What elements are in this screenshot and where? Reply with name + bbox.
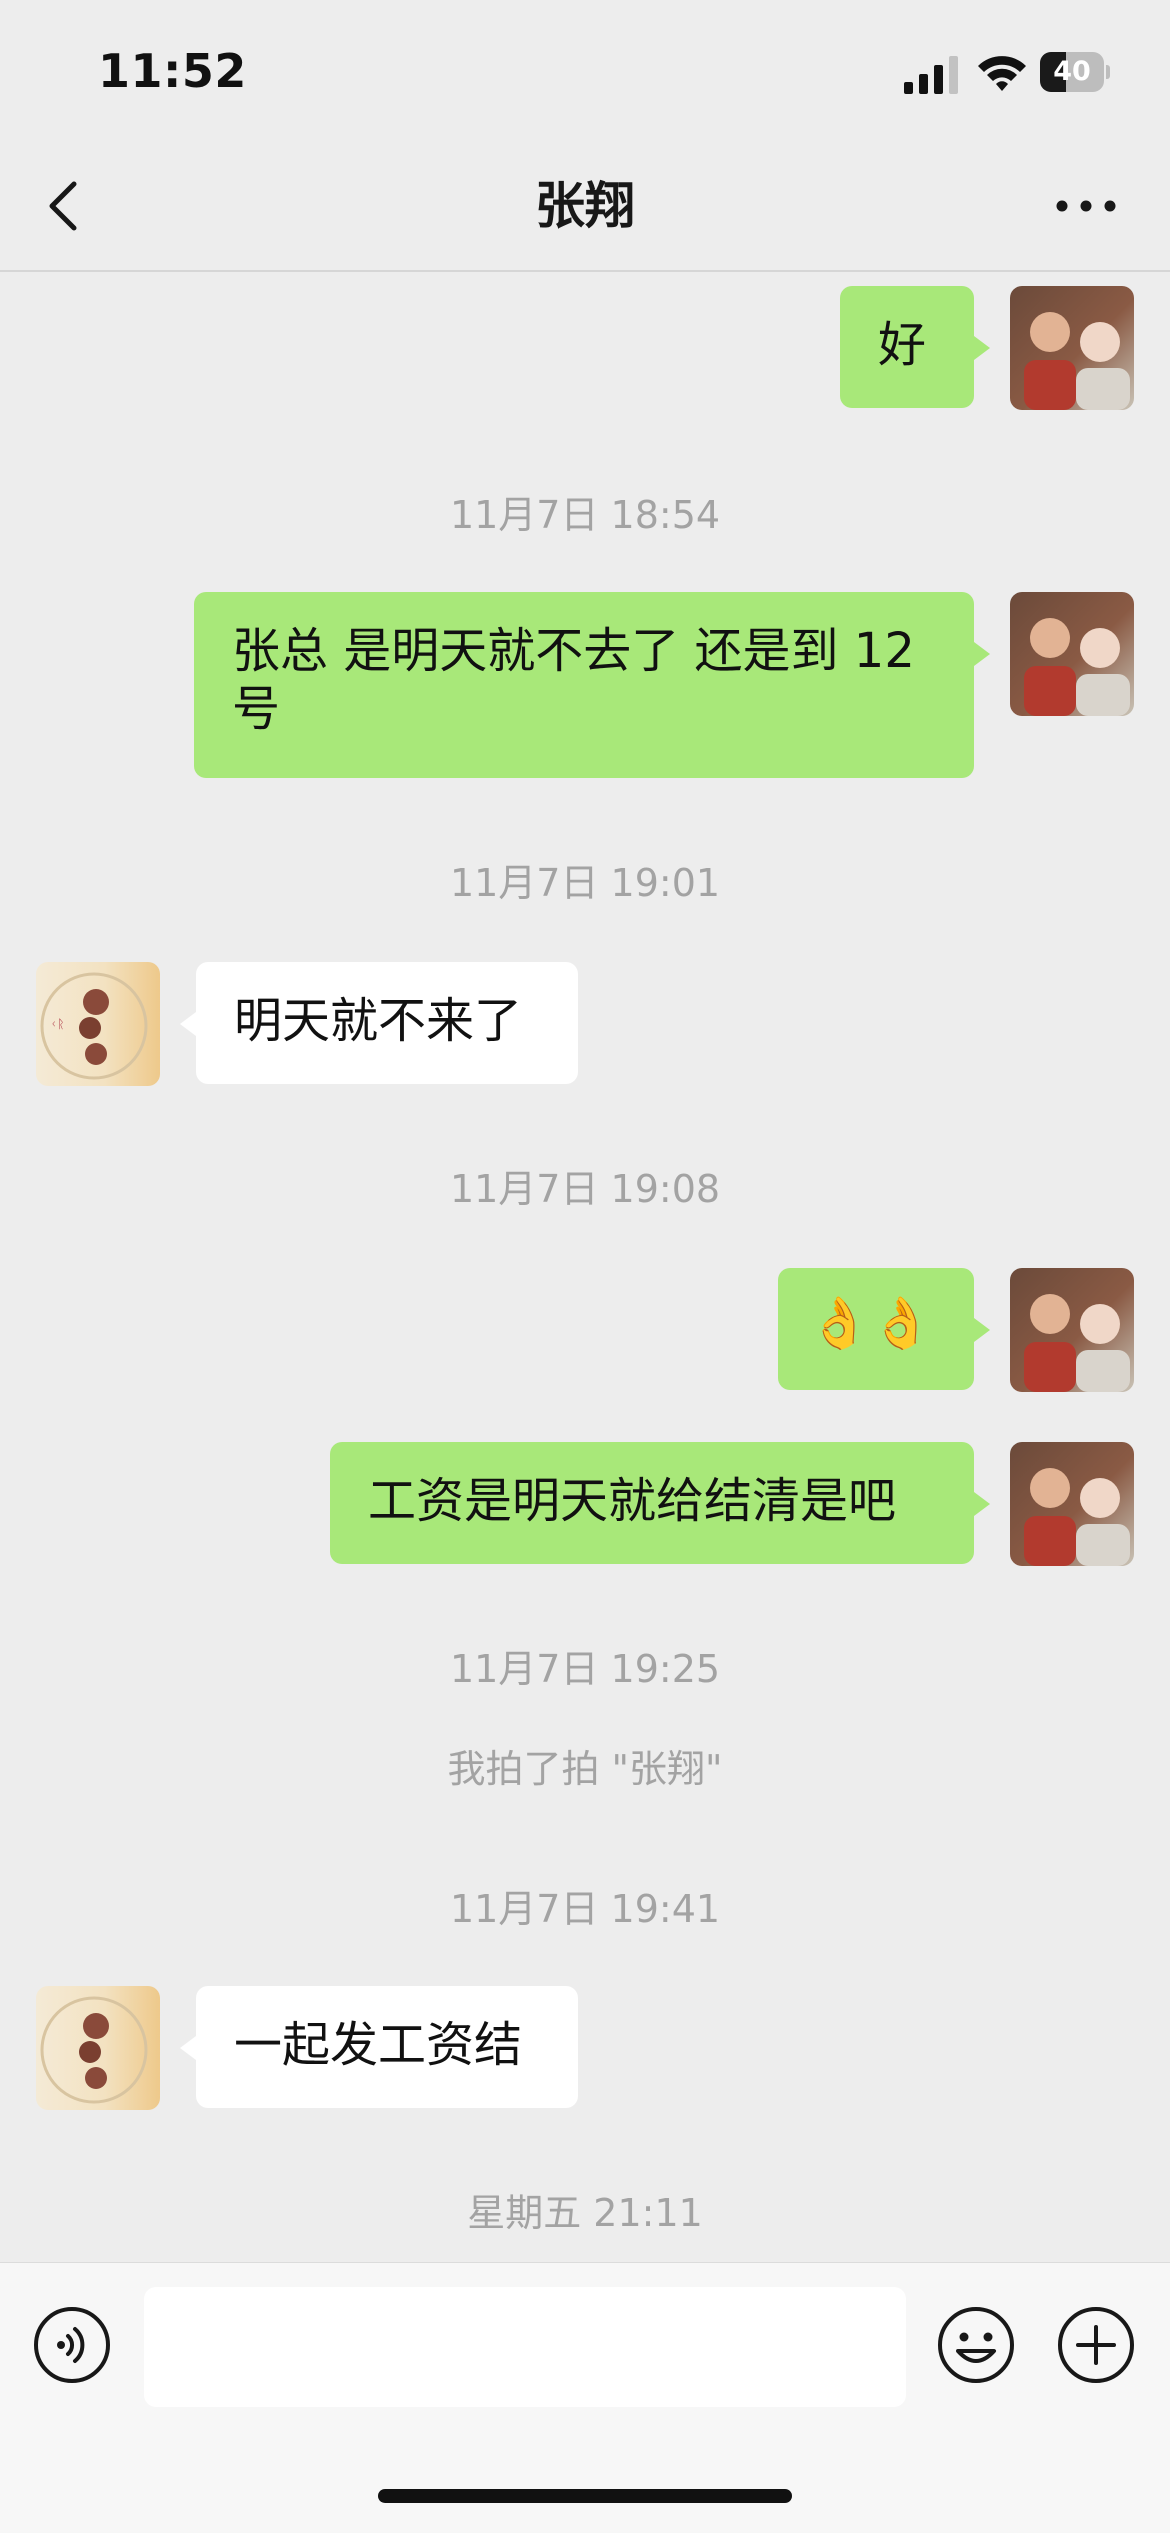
more-horizontal-icon[interactable]	[1046, 174, 1126, 238]
message-bubble[interactable]: 好	[840, 286, 990, 408]
my-avatar[interactable]	[1010, 592, 1134, 716]
chat-history[interactable]: 好 11月7日 18:54 张总 是明天就不去了 还是到 12 号 11月7日 …	[0, 272, 1170, 2262]
status-bar: 11:52 40	[0, 0, 1170, 140]
voice-icon[interactable]	[32, 2305, 112, 2385]
wifi-icon	[978, 56, 1026, 91]
pat-notification: 我拍了拍 "张翔"	[447, 1747, 723, 1791]
contact-avatar[interactable]: ᚲᚱ	[36, 962, 160, 1086]
svg-text:ᚲᚱ: ᚲᚱ	[50, 1017, 64, 1031]
timestamp: 11月7日 19:41	[449, 1887, 721, 1931]
message-bubble[interactable]: 明天就不来了	[180, 962, 578, 1084]
status-time: 11:52	[98, 44, 247, 98]
cellular-signal-icon	[904, 56, 958, 94]
message-bubble[interactable]: 工资是明天就给结清是吧	[330, 1442, 990, 1564]
home-indicator[interactable]	[378, 2489, 792, 2503]
chevron-left-icon[interactable]	[36, 174, 96, 238]
timestamp: 星期五 21:11	[467, 2191, 703, 2235]
timestamp: 11月7日 18:54	[449, 493, 721, 537]
message-bubble[interactable]: 一起发工资结	[180, 1986, 578, 2108]
battery-level: 40	[1053, 56, 1091, 87]
message-bubble[interactable]: 张总 是明天就不去了 还是到 12 号	[194, 592, 990, 778]
message-input[interactable]	[144, 2287, 906, 2407]
timestamp: 11月7日 19:08	[449, 1167, 721, 1211]
my-avatar[interactable]	[1010, 286, 1134, 410]
timestamp: 11月7日 19:25	[449, 1647, 721, 1691]
message-line: 张总 是明天就不去了 还是到 12	[232, 623, 915, 679]
nav-bar: 张翔	[0, 140, 1170, 272]
chat-title: 张翔	[535, 177, 635, 235]
timestamp: 11月7日 19:01	[449, 861, 721, 905]
contact-avatar[interactable]	[36, 1986, 160, 2110]
my-avatar[interactable]	[1010, 1268, 1134, 1392]
battery-icon: 40	[1040, 52, 1110, 92]
my-avatar[interactable]	[1010, 1442, 1134, 1566]
emoji-icon[interactable]	[936, 2305, 1016, 2385]
emoji-message-bubble[interactable]: 👌👌	[778, 1268, 990, 1390]
input-bar	[0, 2262, 1170, 2533]
message-line: 号	[232, 681, 281, 737]
plus-icon[interactable]	[1056, 2305, 1136, 2385]
